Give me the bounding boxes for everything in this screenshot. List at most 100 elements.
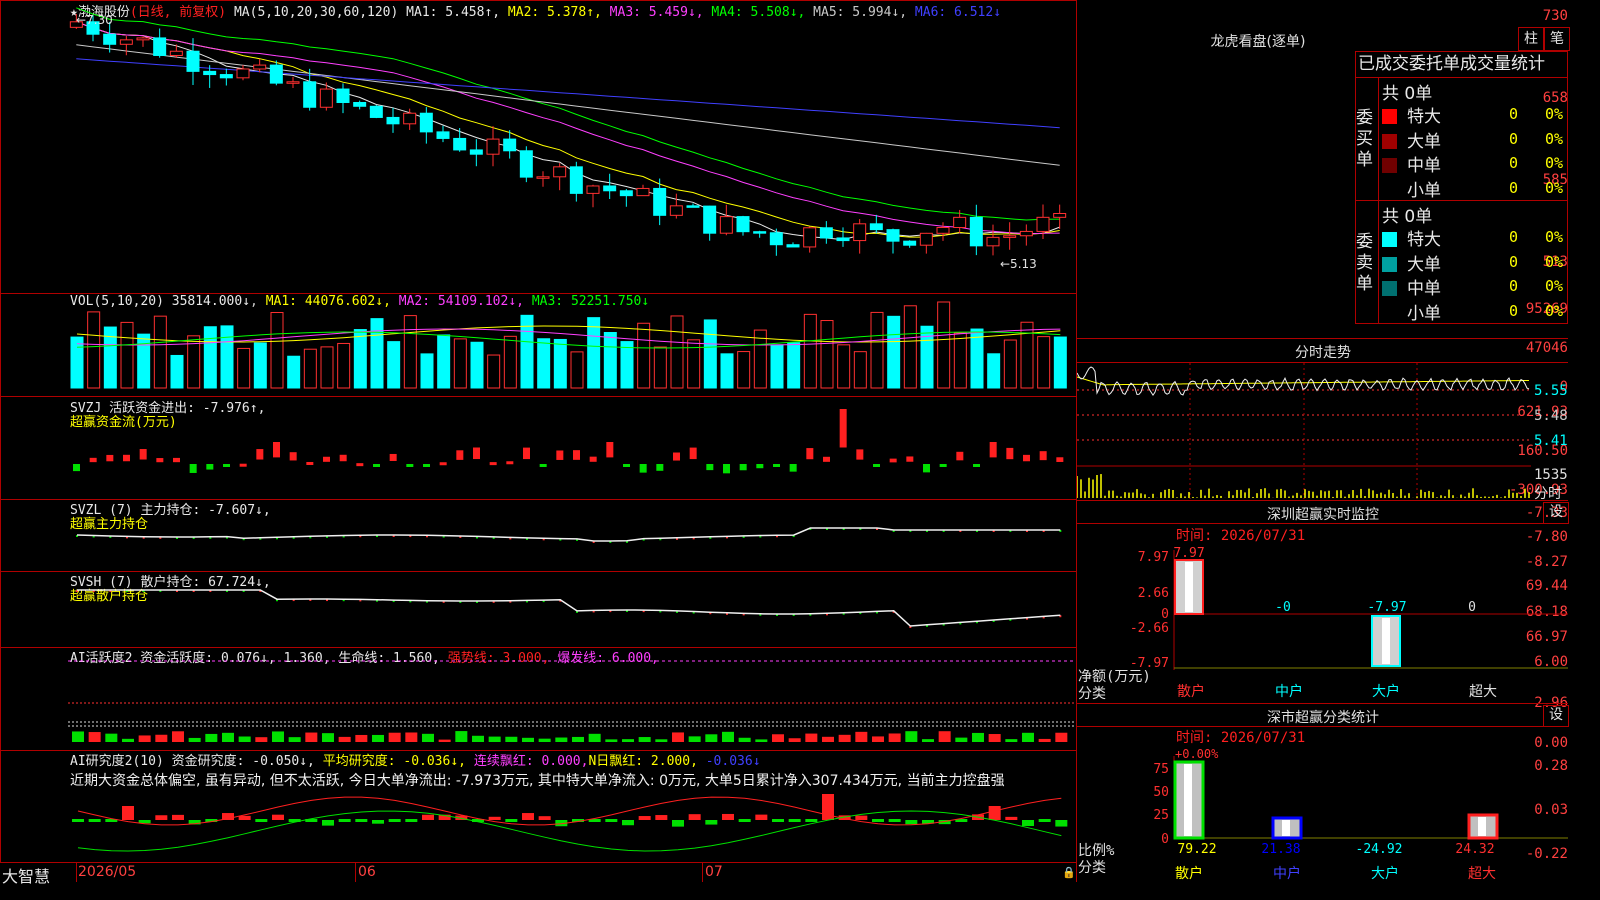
ai1-bar xyxy=(622,739,634,742)
order-row: 特大 xyxy=(1382,225,1441,250)
sz-monitor-settings-button[interactable]: 设 xyxy=(1543,502,1569,524)
order-size-label: 大单 xyxy=(1407,131,1441,152)
ai1-bar xyxy=(988,734,1001,742)
bar-view-button[interactable]: 柱 xyxy=(1518,27,1544,51)
volume-bar xyxy=(437,334,451,389)
ai2-bar xyxy=(538,816,551,820)
color-swatch xyxy=(1382,256,1397,272)
candle-body xyxy=(153,37,167,56)
volume-bar xyxy=(70,336,84,389)
order-count: 0 xyxy=(1509,129,1519,148)
order-row: 中单 xyxy=(1382,151,1441,176)
ai2-bar xyxy=(988,806,1001,820)
svzj-bars xyxy=(73,409,1064,474)
svzj-bar xyxy=(373,464,380,467)
order-size-label: 特大 xyxy=(1407,230,1441,250)
low-price-marker: ←5.13 xyxy=(1000,257,1037,271)
svzj-bar xyxy=(273,442,280,458)
svzj-bar xyxy=(223,464,230,467)
svzj-bar xyxy=(323,456,330,462)
order-pct: 0% xyxy=(1545,154,1564,172)
candle-body xyxy=(286,81,300,84)
ai1-bar xyxy=(438,739,451,742)
ai2-bar xyxy=(755,814,768,820)
svzj-bar xyxy=(739,464,747,471)
volume-bar xyxy=(887,315,901,389)
volume-bar xyxy=(353,329,367,389)
sz-stats-title: 深市超赢分类统计 xyxy=(1267,710,1379,726)
ai1-bar xyxy=(688,736,701,742)
ai2-bar xyxy=(1055,820,1068,827)
ai2-bar xyxy=(1022,820,1034,827)
svzj-bar xyxy=(189,464,197,473)
ai2-bar xyxy=(488,816,501,820)
ai2-bar xyxy=(238,815,251,820)
candle-body xyxy=(119,39,133,45)
candle-body xyxy=(903,240,917,246)
candle-body xyxy=(736,216,750,233)
volume-bar xyxy=(603,332,617,389)
candlestick-chart[interactable] xyxy=(68,0,1077,294)
svzj-bar xyxy=(289,452,297,461)
ai2-bar xyxy=(655,815,668,820)
ai2-bar xyxy=(405,819,418,822)
svzj-bar xyxy=(956,451,964,461)
sz-monitor-cat-label: 分类 xyxy=(1078,686,1106,702)
order-pct: 0% xyxy=(1545,105,1564,123)
svzj-bar xyxy=(923,464,930,473)
ai1-bar xyxy=(238,736,251,742)
volume-bar xyxy=(337,342,351,389)
ai1-bar xyxy=(388,732,401,742)
order-pct: 0% xyxy=(1545,178,1564,197)
lhb-tabs[interactable]: 已成交委托单成交量统计 xyxy=(1355,51,1568,78)
candle-body xyxy=(136,37,150,41)
svzj-bar xyxy=(123,454,130,462)
svzj-bar xyxy=(973,464,980,467)
ai2-bar xyxy=(605,819,618,822)
ai2-bar xyxy=(722,813,734,820)
ai2-bar xyxy=(872,819,884,822)
volume-bar xyxy=(253,342,267,389)
ai2-bar xyxy=(522,813,534,820)
svzj-bar xyxy=(239,463,247,467)
candle-body xyxy=(219,74,233,79)
ai1-bar xyxy=(922,739,934,742)
ai1-bar xyxy=(872,736,884,742)
ai2-bar xyxy=(88,819,101,822)
order-pct: 0% xyxy=(1545,301,1564,320)
order-row: 大单 xyxy=(1382,250,1441,275)
candle-body xyxy=(1036,216,1050,232)
order-count: 0 xyxy=(1509,277,1519,295)
candle-body xyxy=(186,50,200,72)
stat-bar-hl xyxy=(1184,764,1192,836)
svzj-bar xyxy=(989,442,997,458)
tick-view-button[interactable]: 笔 xyxy=(1544,27,1570,51)
app-brand: 大智慧 xyxy=(2,867,51,886)
ai2-bar xyxy=(738,819,751,822)
volume-bar xyxy=(987,353,1001,389)
ai2-bar xyxy=(672,820,684,827)
ai1-bar xyxy=(88,732,101,742)
stat-bar-hl xyxy=(1282,820,1290,836)
ma-line xyxy=(76,21,1060,238)
category-label: 中户 xyxy=(1273,865,1301,882)
lock-icon[interactable]: 🔒 xyxy=(1062,866,1076,879)
svzj-bar xyxy=(873,464,880,467)
svzj-bar xyxy=(1023,454,1030,462)
order-size-label: 大单 xyxy=(1407,254,1441,275)
ai2-bar xyxy=(255,819,268,822)
intraday-chart[interactable] xyxy=(1077,363,1531,499)
svzj-bar xyxy=(606,442,614,458)
ai1-bar xyxy=(955,737,968,742)
candle-body xyxy=(403,112,417,125)
ai2-bar xyxy=(688,814,701,820)
order-count: 0 xyxy=(1509,178,1519,197)
svsh-line xyxy=(76,589,1062,628)
candle-body xyxy=(469,149,483,155)
candle-body xyxy=(969,216,983,247)
svzj-bar xyxy=(489,462,497,466)
volume-bar xyxy=(953,332,967,389)
sz-stats-settings-button[interactable]: 设 xyxy=(1543,705,1569,727)
svzj-bar xyxy=(356,463,364,467)
svzj-bar xyxy=(839,409,847,448)
